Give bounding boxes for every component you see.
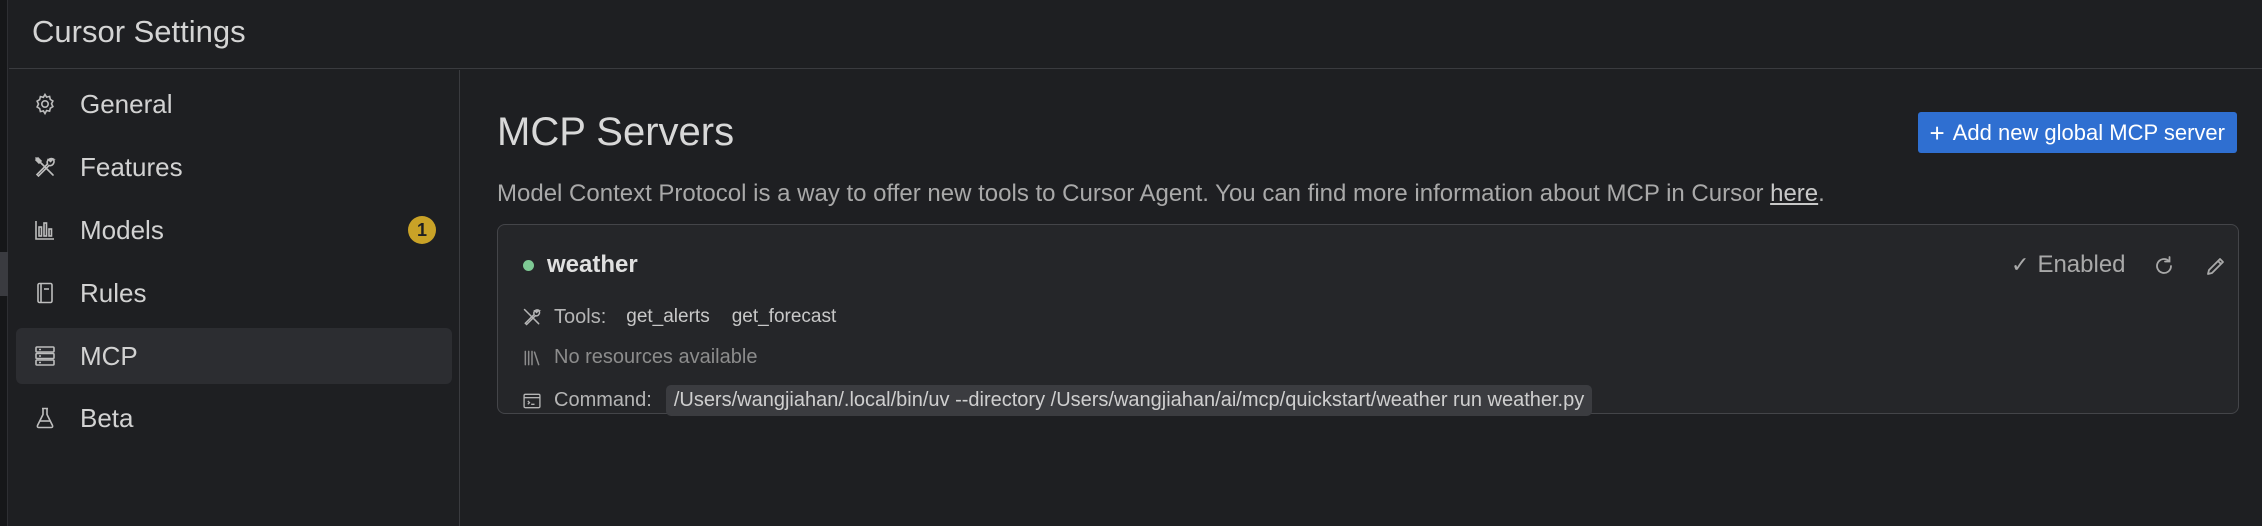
edit-server-button[interactable] <box>2203 253 2229 279</box>
add-global-mcp-server-button[interactable]: + Add new global MCP server <box>1917 112 2237 153</box>
mcp-server-card: weather ✓ Enabled Tools: get_alerts get_… <box>497 224 2239 416</box>
sidebar-item-rules[interactable]: Rules <box>16 265 452 321</box>
settings-sidebar: General Features Models 1 Rules MCP Beta <box>9 70 460 526</box>
window-title: Cursor Settings <box>32 14 246 49</box>
sidebar-item-label: MCP <box>80 340 138 371</box>
sidebar-item-features[interactable]: Features <box>16 139 452 195</box>
sidebar-item-label: Models <box>80 214 164 245</box>
mcp-docs-link[interactable]: here <box>1770 180 1818 207</box>
sidebar-item-label: Rules <box>80 277 147 308</box>
sidebar-item-models[interactable]: Models 1 <box>16 202 452 258</box>
sidebar-item-label: Beta <box>80 402 134 433</box>
edge-marker <box>0 252 8 296</box>
mcp-settings-panel: MCP Servers + Add new global MCP server … <box>461 70 2262 526</box>
sidebar-item-mcp[interactable]: MCP <box>16 328 452 384</box>
tools-icon <box>32 154 58 180</box>
notification-badge: 1 <box>408 216 436 244</box>
sidebar-item-label: Features <box>80 151 183 182</box>
description-text: Model Context Protocol is a way to offer… <box>497 180 1771 207</box>
check-icon: ✓ <box>2011 252 2030 277</box>
cursor-settings-window: Cursor Settings General Features Models … <box>0 0 2262 526</box>
bar-chart-icon <box>32 217 58 243</box>
enabled-toggle[interactable]: ✓ Enabled <box>2011 251 2126 279</box>
add-button-label: Add new global MCP server <box>1952 119 2225 145</box>
tools-row: Tools: get_alerts get_forecast <box>522 303 842 331</box>
tool-chip: get_alerts <box>626 306 710 327</box>
sidebar-item-beta[interactable]: Beta <box>16 390 452 446</box>
enabled-label: Enabled <box>2037 251 2126 278</box>
command-label: Command: <box>554 389 652 411</box>
tools-icon <box>522 307 542 327</box>
server-icon <box>32 343 58 369</box>
resources-row: No resources available <box>522 346 757 369</box>
sidebar-item-label: General <box>80 88 173 119</box>
description-end: . <box>1818 180 1825 207</box>
tool-chip: get_forecast <box>731 306 837 327</box>
server-name: weather <box>547 251 638 278</box>
plus-icon: + <box>1929 117 1945 148</box>
status-dot <box>523 260 534 271</box>
title-bar: Cursor Settings <box>9 0 2262 69</box>
pencil-icon <box>2207 258 2224 275</box>
tools-label: Tools: <box>554 305 607 328</box>
refresh-icon <box>2156 256 2172 274</box>
gear-icon <box>32 91 58 117</box>
mcp-description: Model Context Protocol is a way to offer… <box>497 180 1825 208</box>
resources-text: No resources available <box>554 346 758 368</box>
terminal-icon <box>522 391 542 411</box>
command-value: /Users/wangjiahan/.local/bin/uv --direct… <box>665 385 1593 416</box>
book-icon <box>32 280 58 306</box>
sidebar-item-general[interactable]: General <box>16 76 452 132</box>
flask-icon <box>32 405 58 431</box>
page-title: MCP Servers <box>497 110 735 154</box>
left-activity-edge <box>0 0 8 526</box>
refresh-server-button[interactable] <box>2151 253 2177 279</box>
library-icon <box>522 348 542 368</box>
command-row: Command: /Users/wangjiahan/.local/bin/uv… <box>522 385 1593 416</box>
